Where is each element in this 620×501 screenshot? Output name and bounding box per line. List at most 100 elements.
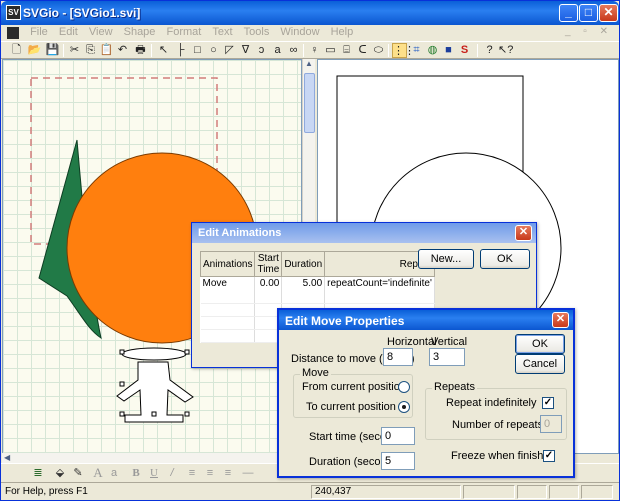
- cut-icon[interactable]: ✂: [67, 43, 82, 58]
- font-size-icon[interactable]: a: [107, 466, 121, 480]
- svg-s-icon[interactable]: S: [457, 43, 472, 58]
- copy-icon[interactable]: ⎘: [83, 43, 98, 58]
- bold-icon[interactable]: B: [129, 466, 143, 480]
- freeze-checkbox[interactable]: ✓: [543, 450, 555, 462]
- paste-icon[interactable]: 📋: [99, 43, 114, 58]
- document-icon[interactable]: [7, 27, 19, 39]
- snap-icon[interactable]: ⌗: [409, 43, 424, 58]
- status-cell-5: [581, 485, 613, 499]
- font-icon[interactable]: A: [91, 466, 105, 480]
- repeat-indefinitely-label: Repeat indefinitely: [446, 397, 537, 409]
- status-cell-2: [463, 485, 515, 499]
- mdi-window-buttons[interactable]: _ ▫ ✕: [565, 26, 613, 37]
- line-icon[interactable]: ├: [173, 43, 188, 58]
- table-row[interactable]: Move 0.00 5.00 repeatCount='indefinite': [200, 276, 435, 290]
- menu-tools[interactable]: Tools: [240, 25, 274, 39]
- scroll-up-icon[interactable]: ▲: [303, 59, 315, 68]
- align-icon[interactable]: ≣: [31, 466, 45, 480]
- maximize-button[interactable]: □: [579, 4, 598, 22]
- bracket-icon[interactable]: ᑕ: [355, 43, 370, 58]
- horizontal-field[interactable]: 8: [383, 348, 413, 366]
- menu-format[interactable]: Format: [162, 25, 205, 39]
- grid-icon[interactable]: ⋮⋮: [392, 43, 415, 58]
- arc-icon[interactable]: ↄ: [254, 43, 269, 58]
- menu-shape[interactable]: Shape: [120, 25, 160, 39]
- save-icon[interactable]: 💾: [45, 43, 60, 58]
- horizontal-scrollbar[interactable]: ◀: [2, 453, 304, 463]
- move-ok-button[interactable]: OK: [515, 334, 565, 354]
- cell-animation: Move: [200, 276, 256, 290]
- circle-icon[interactable]: ○: [206, 43, 221, 58]
- rect-tool-icon[interactable]: ▭: [323, 43, 338, 58]
- horizontal-label: Horizontal: [387, 336, 437, 348]
- repeat-indefinitely-checkbox[interactable]: ✓: [542, 397, 554, 409]
- undo-icon[interactable]: ↶: [115, 43, 130, 58]
- status-coordinates: 240,437: [311, 485, 461, 499]
- save-web-icon[interactable]: ■: [441, 43, 456, 58]
- menu-help[interactable]: Help: [327, 25, 358, 39]
- scroll-left-icon[interactable]: ◀: [4, 453, 10, 462]
- cylinder-icon[interactable]: ⌸: [339, 43, 354, 58]
- ellipse-icon[interactable]: ⬭: [371, 43, 386, 58]
- edit-animations-close-button[interactable]: ✕: [515, 225, 532, 241]
- help-icon[interactable]: ?: [482, 43, 497, 58]
- rect-icon[interactable]: □: [190, 43, 205, 58]
- column-duration[interactable]: Duration: [281, 251, 326, 277]
- path-icon[interactable]: ∇: [238, 43, 253, 58]
- number-of-repeats-label: Number of repeats: [452, 419, 544, 431]
- polygon-icon[interactable]: ◸: [222, 43, 237, 58]
- align-right-icon[interactable]: ≡: [221, 466, 235, 480]
- whats-this-icon[interactable]: ↖?: [498, 43, 513, 58]
- cell-start: 0.00: [254, 276, 283, 290]
- menu-text[interactable]: Text: [208, 25, 236, 39]
- menu-file[interactable]: File: [26, 25, 52, 39]
- from-current-radio[interactable]: [398, 381, 410, 393]
- table-row[interactable]: [200, 290, 435, 304]
- align-center-icon[interactable]: ≡: [203, 466, 217, 480]
- menu-window[interactable]: Window: [276, 25, 323, 39]
- align-left-icon[interactable]: ≡: [185, 466, 199, 480]
- move-group: Move From current position To current po…: [293, 367, 413, 418]
- duration-field[interactable]: 5: [381, 452, 415, 470]
- new-animation-button[interactable]: New...: [418, 249, 474, 269]
- toolbar-separator: [63, 44, 64, 57]
- freeze-label: Freeze when finished: [451, 450, 556, 462]
- underline-icon[interactable]: U: [147, 466, 161, 480]
- italic-icon[interactable]: /: [165, 466, 179, 480]
- column-start-time[interactable]: Start Time: [254, 251, 283, 277]
- line-color-icon[interactable]: ✎: [71, 466, 85, 480]
- globe-icon[interactable]: ◍: [425, 43, 440, 58]
- fill-color-icon[interactable]: ⬙: [53, 466, 67, 480]
- start-time-field[interactable]: 0: [381, 427, 415, 445]
- person-icon[interactable]: ♀: [307, 43, 322, 58]
- menu-bar: File Edit View Shape Format Text Tools W…: [1, 25, 619, 41]
- new-icon[interactable]: 🗋: [9, 43, 24, 58]
- link-icon[interactable]: ∞: [286, 43, 301, 58]
- to-current-radio[interactable]: [398, 401, 410, 413]
- column-animations[interactable]: Animations: [199, 251, 256, 277]
- text-tool-icon[interactable]: a: [270, 43, 285, 58]
- cell-repeat: repeatCount='indefinite': [324, 276, 435, 290]
- edit-move-title: Edit Move Properties: [285, 314, 405, 328]
- figure-head[interactable]: [121, 347, 187, 361]
- animations-ok-button[interactable]: OK: [480, 249, 530, 269]
- move-cancel-button[interactable]: Cancel: [515, 354, 565, 374]
- menu-edit[interactable]: Edit: [55, 25, 82, 39]
- number-of-repeats-field[interactable]: 0: [540, 415, 562, 433]
- from-current-label: From current position: [302, 381, 406, 393]
- close-button[interactable]: ✕: [599, 4, 618, 22]
- print-icon[interactable]: 🖶: [133, 43, 148, 58]
- title-bar: SV SVGio - [SVGio1.svi] _ □ ✕: [1, 1, 619, 25]
- open-icon[interactable]: 📂: [27, 43, 42, 58]
- app-window: SV SVGio - [SVGio1.svi] _ □ ✕ File Edit …: [0, 0, 620, 501]
- pointer-icon[interactable]: ↖: [156, 43, 171, 58]
- scroll-thumb[interactable]: [304, 73, 315, 133]
- justify-icon[interactable]: —: [241, 466, 255, 480]
- vertical-field[interactable]: 3: [429, 348, 465, 366]
- vertical-label: Vertical: [431, 336, 468, 348]
- menu-view[interactable]: View: [85, 25, 117, 39]
- repeats-group-label: Repeats: [432, 381, 477, 393]
- minimize-button[interactable]: _: [559, 4, 578, 22]
- edit-move-close-button[interactable]: ✕: [552, 312, 569, 328]
- edit-animations-title: Edit Animations: [198, 227, 282, 239]
